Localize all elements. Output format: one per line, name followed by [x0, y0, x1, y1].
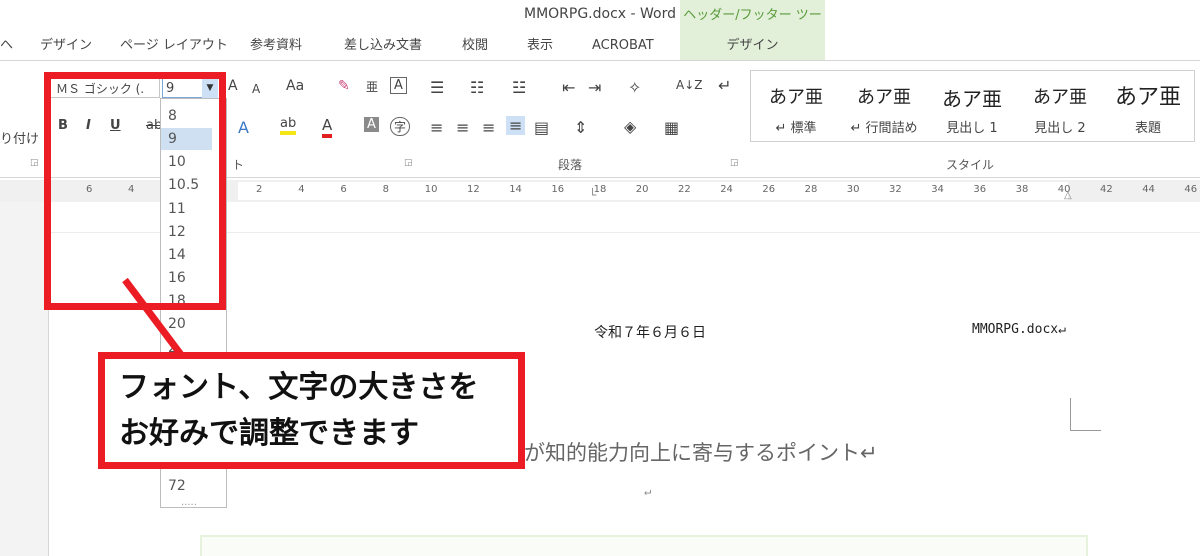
callout-pointer [122, 277, 185, 359]
callout-text-line-1: フォント、文字の大きさを [119, 370, 479, 405]
callout-text-line-2: お好みで調整できます [119, 416, 419, 451]
annotation-callout: フォント、文字の大きさを お好みで調整できます [98, 352, 525, 469]
callout-pointer-line [122, 277, 185, 359]
